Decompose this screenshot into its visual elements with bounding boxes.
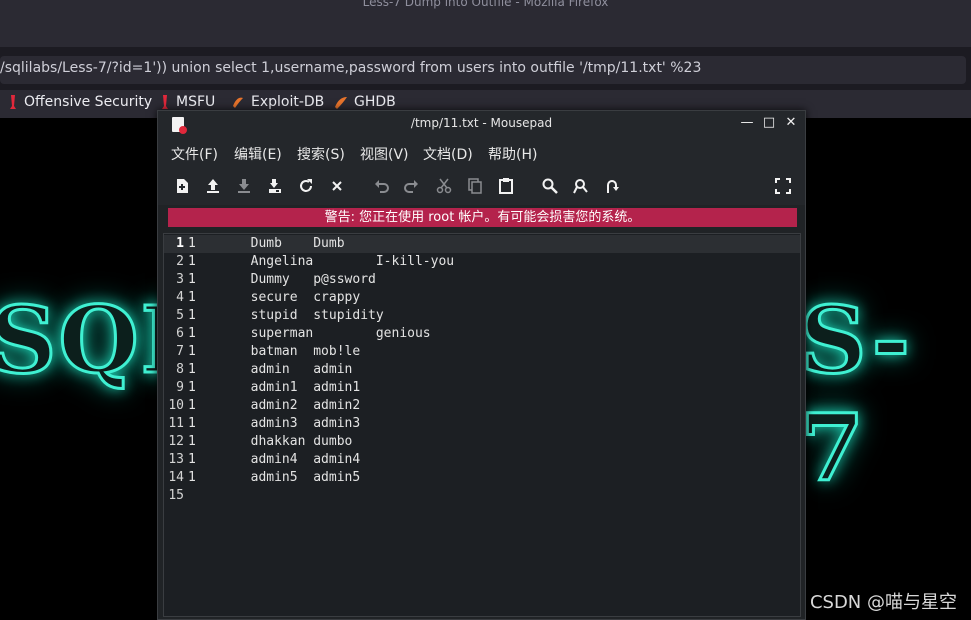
fullscreen-button[interactable] (771, 174, 795, 198)
browser-titlebar: Less-7 Dump into Outfile - Mozilla Firef… (0, 0, 971, 48)
reload-icon (300, 179, 312, 192)
text-line[interactable]: 1 Angelina I-kill-you (188, 253, 798, 271)
undo-icon (375, 180, 389, 193)
browser-urlbar: /sqlilabs/Less-7/?id=1')) union select 1… (0, 48, 971, 90)
text-line[interactable]: 1 admin admin (188, 361, 798, 379)
text-line[interactable]: 1 batman mob!le (188, 343, 798, 361)
open-file-icon (207, 179, 219, 193)
redo-button[interactable] (399, 174, 423, 198)
paste-button[interactable] (494, 174, 518, 198)
bookmark-msfu[interactable]: MSFU (160, 94, 215, 110)
kali-dragon-icon (10, 95, 16, 109)
ghdb-icon (335, 97, 347, 109)
open-file-button[interactable] (201, 174, 225, 198)
menu-document[interactable]: 文档(D) (423, 144, 473, 164)
save-as-button[interactable] (263, 174, 287, 198)
url-text[interactable]: /sqlilabs/Less-7/?id=1')) union select 1… (0, 60, 701, 76)
line-number: 8 (176, 362, 184, 377)
new-document-icon (177, 179, 188, 193)
close-document-icon (332, 181, 342, 191)
new-document-button[interactable] (170, 174, 194, 198)
bookmark-label: GHDB (354, 94, 396, 110)
close-document-button[interactable] (325, 174, 349, 198)
reload-button[interactable] (294, 174, 318, 198)
copy-button[interactable] (463, 174, 487, 198)
cut-icon (436, 178, 452, 194)
line-number: 14 (168, 470, 184, 485)
line-number-gutter: 1 2 3 4 5 6 7 8 9 10 11 12 13 14 15 (164, 235, 184, 505)
line-number: 9 (176, 380, 184, 395)
maximize-button[interactable]: □ (760, 114, 778, 132)
copy-icon (468, 178, 482, 194)
line-number: 1 (176, 236, 184, 251)
text-line[interactable]: 1 admin1 admin1 (188, 379, 798, 397)
text-line[interactable]: 1 secure crappy (188, 289, 798, 307)
close-button[interactable]: ✕ (782, 114, 800, 132)
paste-icon (499, 178, 513, 194)
bookmark-ghdb[interactable]: GHDB (334, 94, 396, 110)
line-number: 6 (176, 326, 184, 341)
kali-dragon-icon (162, 95, 168, 109)
line-number: 12 (168, 434, 184, 449)
line-number: 10 (168, 398, 184, 413)
save-button[interactable] (232, 174, 256, 198)
text-line[interactable]: 1 Dumb Dumb (188, 235, 798, 253)
mousepad-titlebar[interactable]: /tmp/11.txt - Mousepad — □ ✕ (158, 111, 805, 137)
find-replace-icon (573, 179, 588, 194)
bookmark-exploit-db[interactable]: Exploit-DB (231, 94, 324, 110)
bookmark-label: Offensive Security (24, 94, 153, 110)
minimize-button[interactable]: — (738, 114, 756, 132)
line-number: 2 (176, 254, 184, 269)
save-as-icon (269, 179, 281, 193)
mousepad-title: /tmp/11.txt - Mousepad (410, 116, 553, 130)
line-number: 3 (176, 272, 184, 287)
fullscreen-icon (775, 178, 791, 194)
menu-view[interactable]: 视图(V) (360, 144, 409, 164)
menu-help[interactable]: 帮助(H) (488, 144, 537, 164)
text-line[interactable]: 1 admin2 admin2 (188, 397, 798, 415)
goto-line-button[interactable] (600, 174, 624, 198)
text-line[interactable]: 1 stupid stupidity (188, 307, 798, 325)
text-line[interactable]: 1 admin4 admin4 (188, 451, 798, 469)
menubar: 文件(F) 编辑(E) 搜索(S) 视图(V) 文档(D) 帮助(H) (158, 137, 805, 167)
line-number: 4 (176, 290, 184, 305)
text-line[interactable]: 1 admin3 admin3 (188, 415, 798, 433)
mousepad-window: /tmp/11.txt - Mousepad — □ ✕ 文件(F) 编辑(E)… (157, 110, 806, 620)
text-line[interactable]: 1 superman genious (188, 325, 798, 343)
text-content[interactable]: 1 Dumb Dumb 1 Angelina I-kill-you 1 Dummy … (188, 235, 798, 505)
root-warning-bar: 警告: 您正在使用 root 帐户。有可能会损害您的系统。 (168, 208, 797, 227)
text-line[interactable]: 1 Dummy p@ssword (188, 271, 798, 289)
line-number: 5 (176, 308, 184, 323)
text-line[interactable]: 1 dhakkan dumbo (188, 433, 798, 451)
cut-button[interactable] (432, 174, 456, 198)
csdn-watermark: CSDN @喵与星空 (809, 592, 957, 613)
search-icon (542, 178, 558, 194)
goto-line-icon (607, 180, 619, 193)
text-line[interactable]: 1 admin5 admin5 (188, 469, 798, 487)
toolbar (158, 167, 805, 205)
bookmark-offensive-security[interactable]: Offensive Security (8, 94, 152, 110)
browser-window-title: Less-7 Dump into Outfile - Mozilla Firef… (362, 0, 609, 9)
menu-edit[interactable]: 编辑(E) (234, 144, 282, 164)
redo-icon (404, 180, 418, 193)
find-replace-button[interactable] (569, 174, 593, 198)
line-number: 15 (168, 488, 184, 503)
line-number: 7 (176, 344, 184, 359)
menu-file[interactable]: 文件(F) (171, 144, 218, 164)
menu-search[interactable]: 搜索(S) (297, 144, 345, 164)
exploit-db-icon (233, 97, 243, 108)
save-icon (238, 179, 250, 193)
line-number: 11 (168, 416, 184, 431)
page-banner-right: S-7 (799, 285, 912, 504)
text-line[interactable] (188, 487, 798, 505)
undo-button[interactable] (370, 174, 394, 198)
search-button[interactable] (538, 174, 562, 198)
text-editor[interactable]: 1 2 3 4 5 6 7 8 9 10 11 12 13 14 15 1 Dumb Dumb 1 Angel… (163, 233, 801, 617)
line-number: 13 (168, 452, 184, 467)
bookmark-label: MSFU (176, 94, 216, 110)
bookmark-label: Exploit-DB (251, 94, 325, 110)
